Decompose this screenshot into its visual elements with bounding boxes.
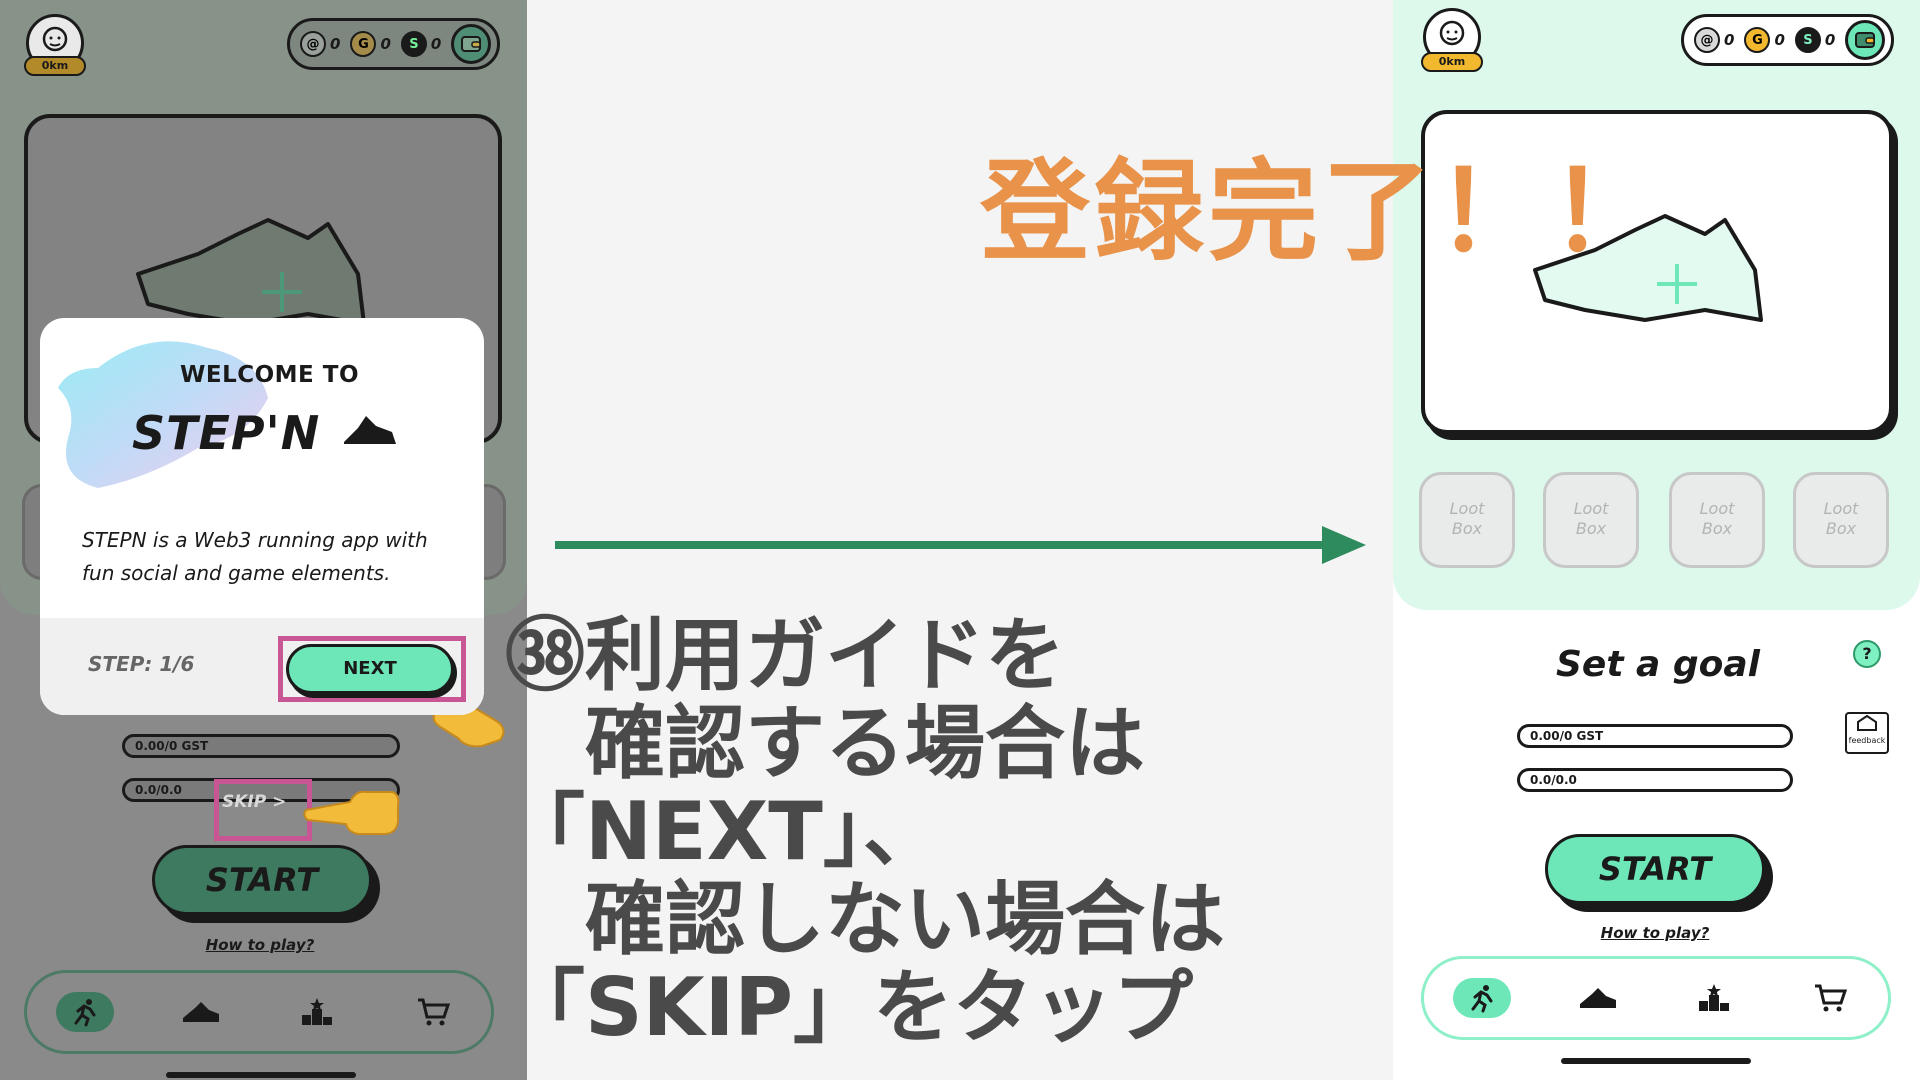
sol-coin-icon: S [1794, 27, 1821, 53]
registration-complete-title: 登録完了！！ [980, 148, 1664, 276]
feedback-icon [1857, 714, 1877, 731]
gst-coin-icon: G [1744, 27, 1771, 53]
feedback-button[interactable]: feedback [1845, 712, 1889, 754]
ranking-icon[interactable] [288, 992, 346, 1032]
bottom-tab-bar [1421, 956, 1891, 1040]
wallet-icon[interactable] [451, 24, 492, 64]
gst-progress-bar: 0.00/0 GST [1517, 724, 1793, 748]
sneaker-tab-icon[interactable] [172, 992, 230, 1032]
instruction-text: ㊳利用ガイドを 確認する場合は 「NEXT」、 確認しない場合は 「SKIP」を… [505, 612, 1225, 1052]
add-sneaker-icon[interactable] [258, 268, 306, 316]
sol-value: 0 [430, 35, 442, 53]
loot-box-slot[interactable]: Loot Box [1419, 472, 1515, 568]
home-indicator [1561, 1058, 1751, 1064]
gst-value: 0 [380, 35, 391, 53]
energy-bar: 0.0/0.0 [1517, 768, 1793, 792]
ranking-icon[interactable] [1685, 978, 1743, 1018]
gst-coin-icon: G [350, 31, 377, 57]
start-button[interactable]: START [1545, 834, 1765, 904]
next-button[interactable]: NEXT [286, 644, 454, 694]
how-to-play-link[interactable]: How to play? [160, 936, 360, 954]
instruction-line: 「SKIP」をタップ [505, 961, 1194, 1054]
sol-value: 0 [1824, 31, 1836, 49]
cart-icon[interactable] [1801, 978, 1859, 1018]
instruction-line: 確認しない場合は [505, 873, 1225, 966]
run-icon[interactable] [56, 992, 114, 1032]
loot-box-slot[interactable]: Loot Box [1543, 472, 1639, 568]
home-indicator [166, 1072, 356, 1078]
stepn-logo: STEP'N [132, 406, 321, 460]
distance-badge: 0km [24, 56, 86, 76]
cart-icon[interactable] [404, 992, 462, 1032]
welcome-modal: WELCOME TO STEP'N STEPN is a Web3 runnin… [40, 318, 484, 715]
distance-badge: 0km [1421, 52, 1483, 72]
gst-progress-bar: 0.00/0 GST [122, 734, 400, 758]
gst-value: 0 [1774, 31, 1785, 49]
modal-description: STEPN is a Web3 running app with fun soc… [82, 528, 428, 585]
wallet-icon[interactable] [1845, 20, 1886, 60]
run-icon[interactable] [1453, 978, 1511, 1018]
transition-arrow-line [555, 541, 1330, 549]
feedback-label: feedback [1848, 736, 1886, 745]
sneaker-tab-icon[interactable] [1569, 978, 1627, 1018]
pointing-hand-icon [303, 790, 400, 835]
arrow-head-icon [1322, 526, 1366, 564]
gmt-value: 0 [1724, 31, 1735, 49]
skip-button[interactable]: SKIP > [222, 792, 286, 812]
stepn-shoe-icon [344, 416, 396, 444]
instruction-line: 確認する場合は [505, 697, 1145, 790]
help-icon[interactable]: ? [1853, 640, 1881, 668]
left-phone-screen: 0km @ 0 G 0 S 0 0.00/0 GST 0.0/0.0 SKIP … [0, 0, 527, 1080]
wallet-bar[interactable]: @ 0 G 0 S 0 [287, 18, 501, 70]
instruction-line: 「NEXT」、 [505, 785, 943, 878]
step-indicator: STEP: 1/6 [88, 652, 195, 676]
bottom-tab-bar [24, 970, 494, 1054]
wallet-bar[interactable]: @ 0 G 0 S 0 [1681, 14, 1895, 66]
gmt-coin-icon: @ [1694, 27, 1720, 53]
sol-coin-icon: S [400, 31, 427, 57]
welcome-heading: WELCOME TO [180, 362, 360, 388]
start-button[interactable]: START [152, 845, 372, 915]
how-to-play-link[interactable]: How to play? [1555, 924, 1755, 942]
instruction-line: ㊳利用ガイドを [505, 609, 1065, 702]
gmt-coin-icon: @ [300, 31, 326, 57]
goal-title: Set a goal [1555, 644, 1761, 685]
loot-box-slot[interactable]: Loot Box [1793, 472, 1889, 568]
gmt-value: 0 [330, 35, 341, 53]
loot-box-slot[interactable]: Loot Box [1669, 472, 1765, 568]
